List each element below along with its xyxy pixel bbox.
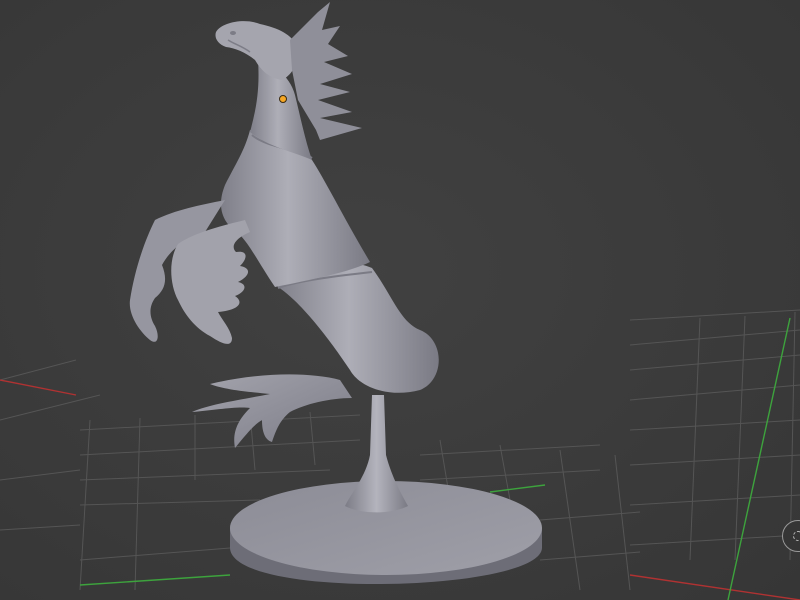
statue-stem: [345, 395, 408, 513]
y-axis-line-bottom: [79, 574, 231, 586]
x-axis-line-right: [629, 574, 800, 600]
3d-viewport[interactable]: [0, 0, 800, 600]
y-axis-line-mid: [489, 484, 546, 493]
tail-fin: [192, 374, 352, 448]
horse-head: [215, 21, 299, 80]
x-axis-line-left: [0, 379, 77, 396]
horse-mane: [290, 2, 362, 140]
origin-point: [279, 95, 287, 103]
viewport-scene[interactable]: [0, 0, 800, 600]
